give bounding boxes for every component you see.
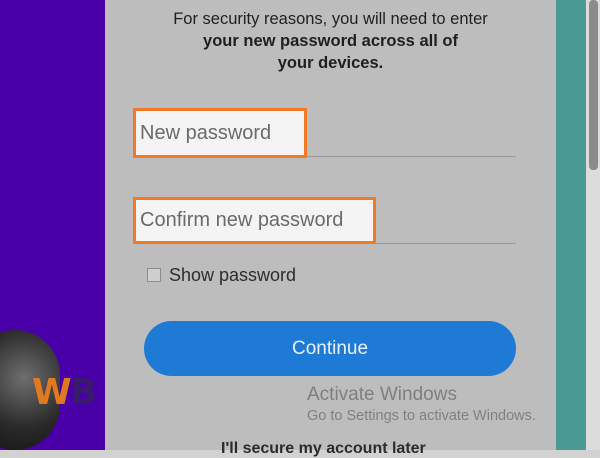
message-line-3: your devices. — [277, 54, 384, 72]
confirm-password-highlight — [133, 197, 376, 244]
skip-link[interactable]: I'll secure my account later — [221, 440, 426, 458]
show-password-label: Show password — [169, 264, 297, 285]
new-password-highlight — [133, 108, 307, 158]
left-background: WB — [0, 0, 105, 450]
message-line-2: your new password across all of — [203, 32, 458, 50]
activate-windows-title: Activate Windows — [307, 384, 457, 405]
new-password-input[interactable] — [136, 111, 304, 155]
right-background — [556, 0, 586, 450]
show-password-row[interactable]: Show password — [147, 264, 296, 286]
show-password-checkbox[interactable] — [147, 268, 161, 282]
scrollbar-thumb[interactable] — [589, 0, 598, 170]
message-line-1: For security reasons, you will need to e… — [173, 10, 488, 28]
continue-button[interactable]: Continue — [144, 321, 516, 376]
watermark-logo: WB — [32, 372, 97, 413]
activate-windows-subtitle: Go to Settings to activate Windows. — [307, 408, 536, 424]
security-message: For security reasons, you will need to e… — [105, 8, 556, 74]
confirm-password-input[interactable] — [136, 200, 373, 241]
